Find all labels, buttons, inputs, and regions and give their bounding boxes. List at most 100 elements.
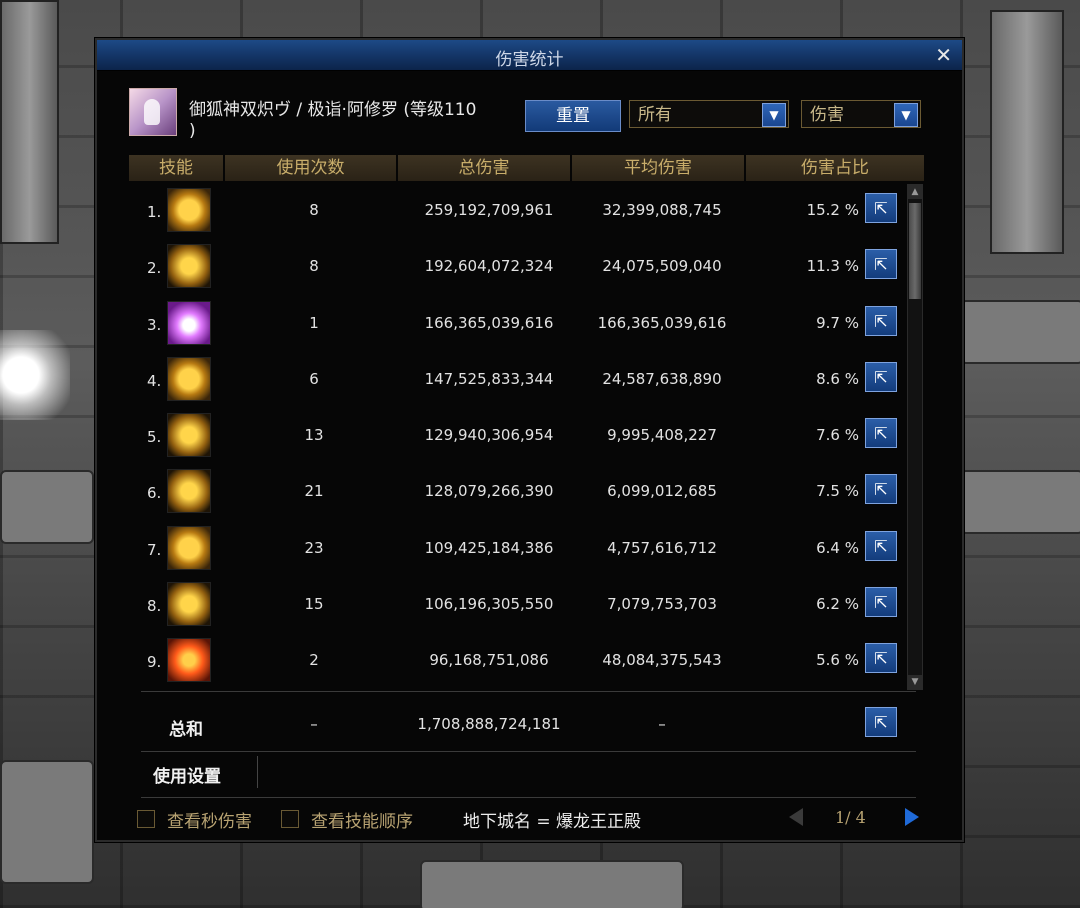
row-share: 8.6 % xyxy=(816,369,859,388)
stone-block xyxy=(0,470,94,544)
share-export-icon[interactable]: ⇱ xyxy=(865,707,897,737)
stone-lantern xyxy=(990,10,1064,254)
row-share: 6.4 % xyxy=(816,538,859,557)
next-page-icon[interactable] xyxy=(905,808,919,826)
divider xyxy=(141,797,916,798)
scroll-thumb[interactable] xyxy=(909,203,921,299)
header-uses[interactable]: 使用次数 xyxy=(225,155,398,181)
table-row[interactable]: 3. 1 166,365,039,616 166,365,039,616 9.7… xyxy=(129,294,924,350)
row-index: 6. xyxy=(147,484,162,503)
table-row[interactable]: 2. 8 192,604,072,324 24,075,509,040 11.3… xyxy=(129,237,924,293)
scope-select-value: 所有 xyxy=(638,105,672,125)
share-export-icon[interactable]: ⇱ xyxy=(865,530,897,561)
footer-bar: 查看秒伤害 查看技能顺序 地下城名 = 爆龙王正殿 1/ 4 xyxy=(97,802,962,838)
row-total: 109,425,184,386 xyxy=(424,538,554,557)
scroll-down-icon[interactable]: ▼ xyxy=(908,675,922,689)
row-index: 7. xyxy=(147,540,162,559)
row-uses: 8 xyxy=(309,257,319,276)
share-export-icon[interactable]: ⇱ xyxy=(865,474,897,505)
row-uses: 13 xyxy=(304,426,324,445)
summary-row: 总和 – 1,708,888,724,181 – ⇱ xyxy=(129,695,924,751)
share-export-icon[interactable]: ⇱ xyxy=(865,418,897,449)
light-effect xyxy=(0,330,70,420)
reset-button[interactable]: 重置 xyxy=(525,100,621,132)
share-export-icon[interactable]: ⇱ xyxy=(865,361,897,392)
row-average: 48,084,375,543 xyxy=(602,651,722,670)
scroll-up-icon[interactable]: ▲ xyxy=(908,185,922,199)
row-uses: 23 xyxy=(304,538,324,557)
row-total: 96,168,751,086 xyxy=(429,651,549,670)
character-row: 御狐神双炽ヴ / 极诣·阿修罗 (等级110 ) 重置 所有 ▼ 伤害 ▼ xyxy=(129,88,929,141)
sun-face-icon xyxy=(167,525,211,570)
settings-label[interactable]: 使用设置 xyxy=(153,762,221,787)
row-share: 11.3 % xyxy=(806,257,859,276)
stone-block xyxy=(0,760,94,884)
table-row[interactable]: 5. 13 129,940,306,954 9,995,408,227 7.6 … xyxy=(129,406,924,462)
crescent-wave-icon xyxy=(167,469,211,514)
row-total: 192,604,072,324 xyxy=(424,257,554,276)
table-header: 技能 使用次数 总伤害 平均伤害 伤害占比 xyxy=(129,155,924,181)
prev-page-icon[interactable] xyxy=(789,808,803,826)
share-export-icon[interactable]: ⇱ xyxy=(865,249,897,280)
row-average: 9,995,408,227 xyxy=(607,426,717,445)
row-index: 9. xyxy=(147,653,162,672)
scope-select[interactable]: 所有 ▼ xyxy=(629,100,789,128)
share-export-icon[interactable]: ⇱ xyxy=(865,587,897,618)
row-share: 15.2 % xyxy=(806,201,859,219)
row-index: 1. xyxy=(147,203,162,221)
row-total: 259,192,709,961 xyxy=(424,201,554,219)
damage-table: 技能 使用次数 总伤害 平均伤害 伤害占比 1. 8 259,192,709,9… xyxy=(129,155,924,688)
summary-label: 总和 xyxy=(169,720,203,740)
header-share[interactable]: 伤害占比 xyxy=(746,155,924,181)
table-scrollbar[interactable]: ▲ ▼ xyxy=(907,184,923,690)
stone-floor xyxy=(420,860,684,908)
lightning-fist-icon xyxy=(167,188,211,232)
chevron-down-icon[interactable]: ▼ xyxy=(894,103,918,127)
dps-checkbox-label[interactable]: 查看秒伤害 xyxy=(167,807,252,832)
row-index: 3. xyxy=(147,315,162,334)
header-average[interactable]: 平均伤害 xyxy=(572,155,746,181)
close-icon[interactable]: ✕ xyxy=(935,43,952,67)
row-total: 129,940,306,954 xyxy=(424,426,554,445)
golden-ring-icon xyxy=(167,356,211,401)
table-row[interactable]: 7. 23 109,425,184,386 4,757,616,712 6.4 … xyxy=(129,519,924,575)
row-total: 147,525,833,344 xyxy=(424,369,554,388)
table-row[interactable]: 1. 8 259,192,709,961 32,399,088,745 15.2… xyxy=(129,181,924,237)
skill-order-checkbox-label[interactable]: 查看技能顺序 xyxy=(311,807,413,832)
row-average: 24,075,509,040 xyxy=(602,257,722,276)
table-row[interactable]: 6. 21 128,079,266,390 6,099,012,685 7.5 … xyxy=(129,462,924,518)
divider xyxy=(141,751,916,752)
header-total[interactable]: 总伤害 xyxy=(398,155,572,181)
row-uses: 21 xyxy=(304,482,324,501)
fire-strike-icon xyxy=(167,638,211,683)
row-total: 106,196,305,550 xyxy=(424,595,554,614)
damage-stats-window: 伤害统计 ✕ 御狐神双炽ヴ / 极诣·阿修罗 (等级110 ) 重置 所有 ▼ … xyxy=(95,38,964,842)
row-index: 4. xyxy=(147,371,162,390)
stone-step xyxy=(960,300,1080,364)
skill-order-checkbox[interactable] xyxy=(281,810,299,828)
row-uses: 15 xyxy=(304,595,324,614)
row-uses: 6 xyxy=(309,369,319,388)
title-bar[interactable]: 伤害统计 ✕ xyxy=(97,40,962,71)
table-row[interactable]: 9. 2 96,168,751,086 48,084,375,543 5.6 %… xyxy=(129,631,924,687)
dps-checkbox[interactable] xyxy=(137,810,155,828)
row-index: 2. xyxy=(147,259,162,278)
row-share: 6.2 % xyxy=(816,595,859,614)
header-skill[interactable]: 技能 xyxy=(129,155,225,181)
row-share: 7.6 % xyxy=(816,426,859,445)
table-row[interactable]: 8. 15 106,196,305,550 7,079,753,703 6.2 … xyxy=(129,575,924,631)
row-average: 6,099,012,685 xyxy=(607,482,717,501)
share-export-icon[interactable]: ⇱ xyxy=(865,305,897,336)
row-total: 128,079,266,390 xyxy=(424,482,554,501)
type-select[interactable]: 伤害 ▼ xyxy=(801,100,921,128)
type-select-value: 伤害 xyxy=(810,105,844,125)
divider xyxy=(141,691,916,692)
chevron-down-icon[interactable]: ▼ xyxy=(762,103,786,127)
share-export-icon[interactable]: ⇱ xyxy=(865,193,897,223)
table-row[interactable]: 4. 6 147,525,833,344 24,587,638,890 8.6 … xyxy=(129,350,924,406)
summary-uses: – xyxy=(310,715,318,733)
row-share: 5.6 % xyxy=(816,651,859,670)
character-name-line1: 御狐神双炽ヴ / 极诣·阿修罗 (等级110 xyxy=(189,100,477,120)
summary-total: 1,708,888,724,181 xyxy=(417,715,561,733)
share-export-icon[interactable]: ⇱ xyxy=(865,643,897,674)
